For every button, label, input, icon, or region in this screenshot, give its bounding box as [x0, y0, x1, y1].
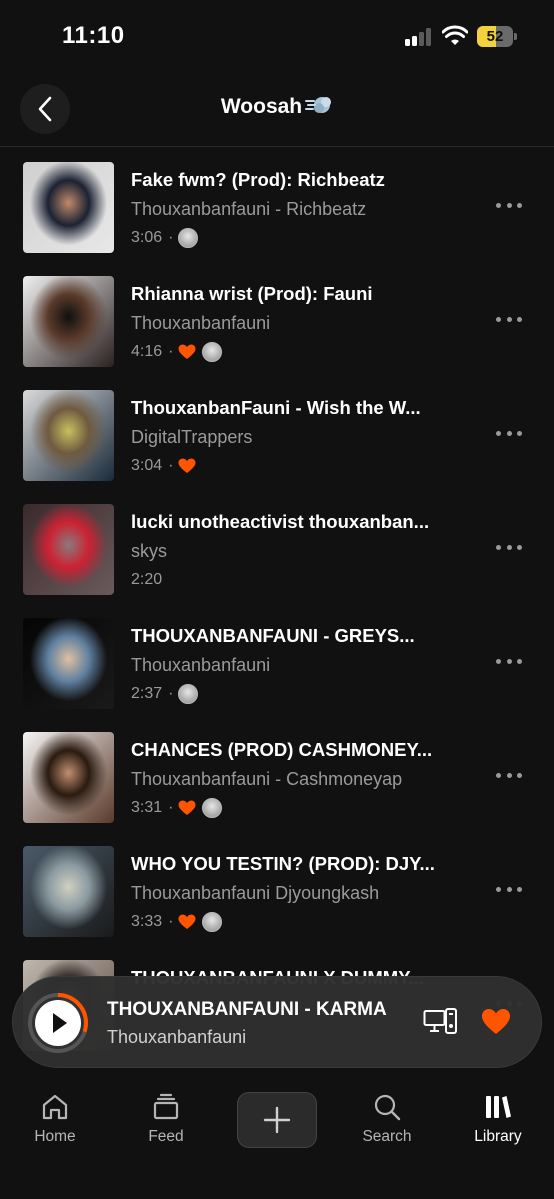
- user-avatar-icon: [202, 912, 223, 932]
- track-meta: 3:33 ·: [131, 911, 223, 933]
- track-title: ThouxanbanFauni - Wish the W...: [131, 397, 421, 418]
- separator-dot: ·: [168, 913, 174, 930]
- feed-icon: [153, 1093, 179, 1120]
- app-screen: 11:10 52 Woosah Fake fwm? (Prod): Richbe…: [0, 0, 554, 1199]
- plus-icon: [263, 1106, 291, 1134]
- track-meta: 4:16 ·: [131, 341, 223, 363]
- more-options-button[interactable]: [496, 537, 522, 557]
- track-row[interactable]: ThouxanbanFauni - Wish the W... DigitalTr…: [0, 376, 554, 490]
- add-button[interactable]: [237, 1092, 317, 1148]
- track-artist: Thouxanbanfauni: [131, 313, 271, 333]
- track-row[interactable]: Rhianna wrist (Prod): Fauni Thouxanbanfau…: [0, 262, 554, 376]
- more-options-button[interactable]: [496, 195, 522, 215]
- liked-heart-icon: [178, 344, 196, 360]
- track-artwork: [23, 846, 114, 937]
- playlist-title: Woosah: [220, 95, 303, 118]
- search-icon: [374, 1094, 401, 1121]
- track-meta: 2:37 ·: [131, 683, 199, 705]
- separator-dot: ·: [168, 799, 174, 816]
- tab-home-label: Home: [34, 1128, 76, 1145]
- track-duration: 3:31: [131, 799, 163, 816]
- more-options-button[interactable]: [496, 309, 522, 329]
- now-playing-bar[interactable]: THOUXANBANFAUNI - KARMA Thouxanbanfauni: [12, 976, 542, 1068]
- track-artist: Thouxanbanfauni - Richbeatz: [131, 199, 367, 219]
- track-artist: Thouxanbanfauni - Cashmoneyap: [131, 769, 403, 789]
- track-meta: 3:06 ·: [131, 227, 199, 249]
- track-duration: 3:33: [131, 913, 163, 930]
- like-heart-icon[interactable]: [481, 1008, 511, 1036]
- track-artist: DigitalTrappers: [131, 427, 253, 447]
- track-artwork: [23, 390, 114, 481]
- track-title: Fake fwm? (Prod): Richbeatz: [131, 169, 385, 190]
- track-row[interactable]: THOUXANBANFAUNI - GREYS... Thouxanbanfaun…: [0, 604, 554, 718]
- track-row[interactable]: lucki unotheactivist thouxanban... skys 2:…: [0, 490, 554, 604]
- track-duration: 4:16: [131, 343, 163, 360]
- tab-home[interactable]: Home: [10, 1092, 100, 1146]
- home-icon: [42, 1094, 68, 1120]
- track-row[interactable]: WHO YOU TESTIN? (PROD): DJY... Thouxanban…: [0, 832, 554, 946]
- user-avatar-icon: [202, 342, 223, 362]
- cellular-signal-icon: [405, 28, 433, 46]
- dash-icon: [305, 97, 332, 113]
- page-title: Woosah: [0, 93, 554, 119]
- liked-heart-icon: [178, 914, 196, 930]
- track-artist: Thouxanbanfauni: [131, 655, 271, 675]
- tab-search[interactable]: Search: [342, 1092, 432, 1146]
- track-title: WHO YOU TESTIN? (PROD): DJY...: [131, 853, 435, 874]
- track-artwork: [23, 276, 114, 367]
- battery-indicator: 52: [477, 26, 517, 47]
- more-options-button[interactable]: [496, 423, 522, 443]
- library-icon: [486, 1096, 511, 1118]
- separator-dot: ·: [168, 229, 174, 246]
- track-artwork: [23, 618, 114, 709]
- play-button[interactable]: [28, 993, 88, 1053]
- connect-device-icon[interactable]: [423, 1007, 457, 1037]
- more-options-button[interactable]: [496, 765, 522, 785]
- tab-feed[interactable]: Feed: [121, 1092, 211, 1146]
- track-title: CHANCES (PROD) CASHMONEY...: [131, 739, 433, 760]
- tab-bar: Home Feed Search Library: [0, 1078, 554, 1199]
- track-artwork: [23, 162, 114, 253]
- track-title: THOUXANBANFAUNI - GREYS...: [131, 625, 415, 646]
- track-duration: 2:37: [131, 685, 163, 702]
- more-options-button[interactable]: [496, 879, 522, 899]
- separator-dot: ·: [168, 343, 174, 360]
- track-duration: 3:06: [131, 229, 163, 246]
- tab-feed-label: Feed: [148, 1128, 184, 1145]
- battery-percent: 52: [486, 28, 504, 45]
- status-bar: 11:10 52: [0, 0, 554, 72]
- track-title: Rhianna wrist (Prod): Fauni: [131, 283, 373, 304]
- playlist-header: Woosah: [0, 72, 554, 147]
- track-artwork: [23, 732, 114, 823]
- now-playing-artist: Thouxanbanfauni: [107, 1027, 247, 1047]
- track-duration: 2:20: [131, 571, 163, 588]
- track-artwork: [23, 504, 114, 595]
- track-artist: Thouxanbanfauni Djyoungkash: [131, 883, 380, 903]
- tab-library[interactable]: Library: [453, 1092, 543, 1146]
- tab-search-label: Search: [362, 1128, 412, 1145]
- separator-dot: ·: [168, 457, 174, 474]
- more-options-button[interactable]: [496, 651, 522, 671]
- user-avatar-icon: [202, 798, 223, 818]
- track-meta: 3:04 ·: [131, 455, 202, 477]
- user-avatar-icon: [178, 228, 199, 248]
- liked-heart-icon: [178, 458, 196, 474]
- user-avatar-icon: [178, 684, 199, 704]
- track-meta: 2:20: [131, 569, 162, 591]
- track-row[interactable]: CHANCES (PROD) CASHMONEY... Thouxanbanfau…: [0, 718, 554, 832]
- track-row[interactable]: Fake fwm? (Prod): Richbeatz Thouxanbanfau…: [0, 148, 554, 262]
- status-time: 11:10: [62, 22, 125, 49]
- wifi-icon: [442, 25, 468, 45]
- track-title: lucki unotheactivist thouxanban...: [131, 511, 430, 532]
- tab-library-label: Library: [474, 1128, 522, 1145]
- track-meta: 3:31 ·: [131, 797, 223, 819]
- track-duration: 3:04: [131, 457, 163, 474]
- liked-heart-icon: [178, 800, 196, 816]
- track-artist: skys: [131, 541, 167, 561]
- now-playing-title: THOUXANBANFAUNI - KARMA: [107, 999, 387, 1020]
- separator-dot: ·: [168, 685, 174, 702]
